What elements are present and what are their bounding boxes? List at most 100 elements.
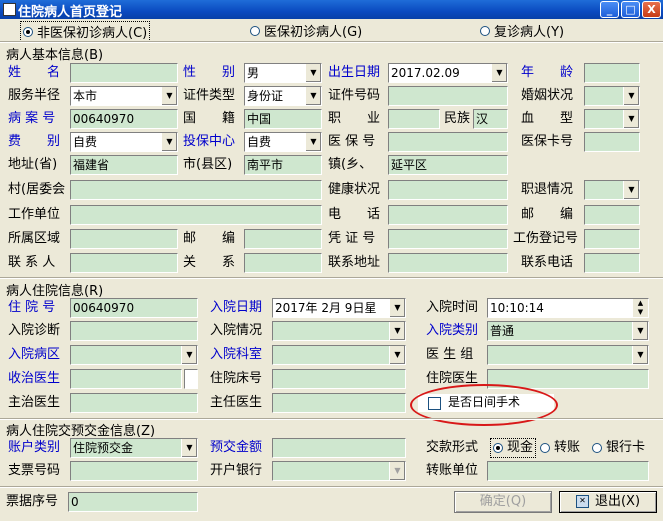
prov-label: 地址(省) <box>8 157 58 172</box>
ward-select[interactable]: ▼ <box>70 345 198 365</box>
caseno-field[interactable]: 00640970 <box>70 109 178 129</box>
idtype-select[interactable]: 身份证 ▼ <box>244 86 322 106</box>
app-icon <box>3 3 16 16</box>
job-label: 职 业 <box>328 111 381 126</box>
receipt-field[interactable]: 0 <box>68 492 198 512</box>
spinner-arrows-icon[interactable]: ▲ ▼ <box>633 299 648 317</box>
recv-extra-box[interactable] <box>184 369 198 389</box>
name-field[interactable] <box>70 63 178 83</box>
job-field[interactable] <box>388 109 440 129</box>
dept-select[interactable]: ▼ <box>272 345 406 365</box>
basic-group-title: 病人基本信息(B) <box>6 48 104 63</box>
maximize-button[interactable]: □ <box>621 1 640 18</box>
radio-label: 银行卡 <box>606 440 646 455</box>
unit-label: 转账单位 <box>426 463 479 478</box>
caddr-field[interactable] <box>388 253 508 273</box>
zip-field[interactable] <box>584 205 640 225</box>
town-label: 镇(乡、 <box>328 157 373 172</box>
phone-label: 电 话 <box>328 207 381 222</box>
zip2-field[interactable] <box>244 229 322 249</box>
inno-field[interactable]: 00640970 <box>70 298 198 318</box>
radio-label: 医保初诊病人(G) <box>264 25 363 40</box>
indate-picker[interactable]: 2017年 2月 9日星 ▼ <box>272 298 406 318</box>
birth-label: 出生日期 <box>328 65 381 80</box>
ok-button[interactable]: 确定(Q) <box>454 491 552 513</box>
radio-label: 非医保初诊病人(C) <box>37 26 148 41</box>
dept-label: 入院科室 <box>210 347 263 362</box>
name-label: 姓 名 <box>8 65 61 80</box>
exit-button-label: 退出(X) <box>594 494 641 509</box>
city-field[interactable]: 南平市 <box>244 155 322 175</box>
injury-field[interactable] <box>584 229 640 249</box>
divider <box>0 277 663 279</box>
radio-icon <box>540 443 550 453</box>
age-field[interactable] <box>584 63 640 83</box>
village-field[interactable] <box>70 180 322 200</box>
divider <box>0 486 663 488</box>
main-window: 住院病人首页登记 _ □ X 非医保初诊病人(C) 医保初诊病人(G) 复诊病人… <box>0 0 663 521</box>
nation-label: 国 籍 <box>183 111 236 126</box>
health-field[interactable] <box>388 180 508 200</box>
unit-field[interactable] <box>487 461 649 481</box>
pay-bank-radio[interactable]: 银行卡 <box>592 438 645 458</box>
check-field[interactable] <box>70 461 198 481</box>
bed-label: 住院床号 <box>210 371 263 386</box>
chevron-down-icon: ▼ <box>181 346 197 364</box>
chevron-down-icon: ▼ <box>305 64 321 82</box>
bed-field[interactable] <box>272 369 406 389</box>
cphone-field[interactable] <box>584 253 640 273</box>
radio-insured[interactable]: 医保初诊病人(G) <box>250 21 362 40</box>
indate-label: 入院日期 <box>210 300 263 315</box>
team-select[interactable]: ▼ <box>487 345 649 365</box>
medcard-field[interactable] <box>584 132 640 152</box>
fee-select[interactable]: 自费 ▼ <box>70 132 178 152</box>
contact-field[interactable] <box>70 253 178 273</box>
sex-select[interactable]: 男 ▼ <box>244 63 322 83</box>
region-label: 所属区域 <box>8 231 61 246</box>
relation-field[interactable] <box>244 253 322 273</box>
ethnic-field[interactable]: 汉 <box>473 109 508 129</box>
chief-field[interactable] <box>272 393 406 413</box>
radio-revisit[interactable]: 复诊病人(Y) <box>480 21 564 40</box>
work-field[interactable] <box>70 205 322 225</box>
marriage-select[interactable]: ▼ <box>584 86 640 106</box>
birth-date-picker[interactable]: 2017.02.09 ▼ <box>388 63 508 83</box>
radio-non-insured[interactable]: 非医保初诊病人(C) <box>20 21 151 42</box>
main-doc-field[interactable] <box>70 393 198 413</box>
pay-transfer-radio[interactable]: 转账 <box>540 438 580 458</box>
close-button[interactable]: X <box>642 1 661 18</box>
pay-cash-radio[interactable]: 现金 <box>490 438 537 458</box>
acct-select[interactable]: 住院预交金 ▼ <box>70 438 198 458</box>
intime-label: 入院时间 <box>426 300 479 315</box>
region-field[interactable] <box>70 229 178 249</box>
situ-select[interactable]: ▼ <box>272 321 406 341</box>
area-select[interactable]: 本市 ▼ <box>70 86 178 106</box>
ethnic-label: 民族 <box>444 111 471 126</box>
minimize-button[interactable]: _ <box>600 1 619 18</box>
retire-select[interactable]: ▼ <box>584 180 640 200</box>
bank-select[interactable]: ▼ <box>272 461 406 481</box>
cert-field[interactable] <box>388 229 508 249</box>
phone-field[interactable] <box>388 205 508 225</box>
radio-icon <box>493 443 503 453</box>
intime-spinner[interactable]: 10:10:14 ▲ ▼ <box>487 298 649 318</box>
insure-select[interactable]: 自费 ▼ <box>244 132 322 152</box>
prov-field[interactable]: 福建省 <box>70 155 178 175</box>
chevron-down-icon: ▼ <box>161 87 177 105</box>
blood-select[interactable]: ▼ <box>584 109 640 129</box>
chevron-down-icon: ▼ <box>389 299 405 317</box>
recv-field[interactable] <box>70 369 182 389</box>
idtype-label: 证件类型 <box>183 88 236 103</box>
zip-label: 邮 编 <box>521 207 574 222</box>
cat-select[interactable]: 普通 ▼ <box>487 321 649 341</box>
town-field[interactable]: 延平区 <box>388 155 508 175</box>
team-label: 医 生 组 <box>426 347 474 362</box>
nation-field[interactable]: 中国 <box>244 109 322 129</box>
diag-field[interactable] <box>70 321 198 341</box>
chevron-down-icon: ▼ <box>491 64 507 82</box>
idno-field[interactable] <box>388 86 508 106</box>
exit-button[interactable]: ✕ 退出(X) <box>559 491 657 513</box>
amount-field[interactable] <box>272 438 406 458</box>
medno-field[interactable] <box>388 132 508 152</box>
inno-label: 住 院 号 <box>8 300 56 315</box>
